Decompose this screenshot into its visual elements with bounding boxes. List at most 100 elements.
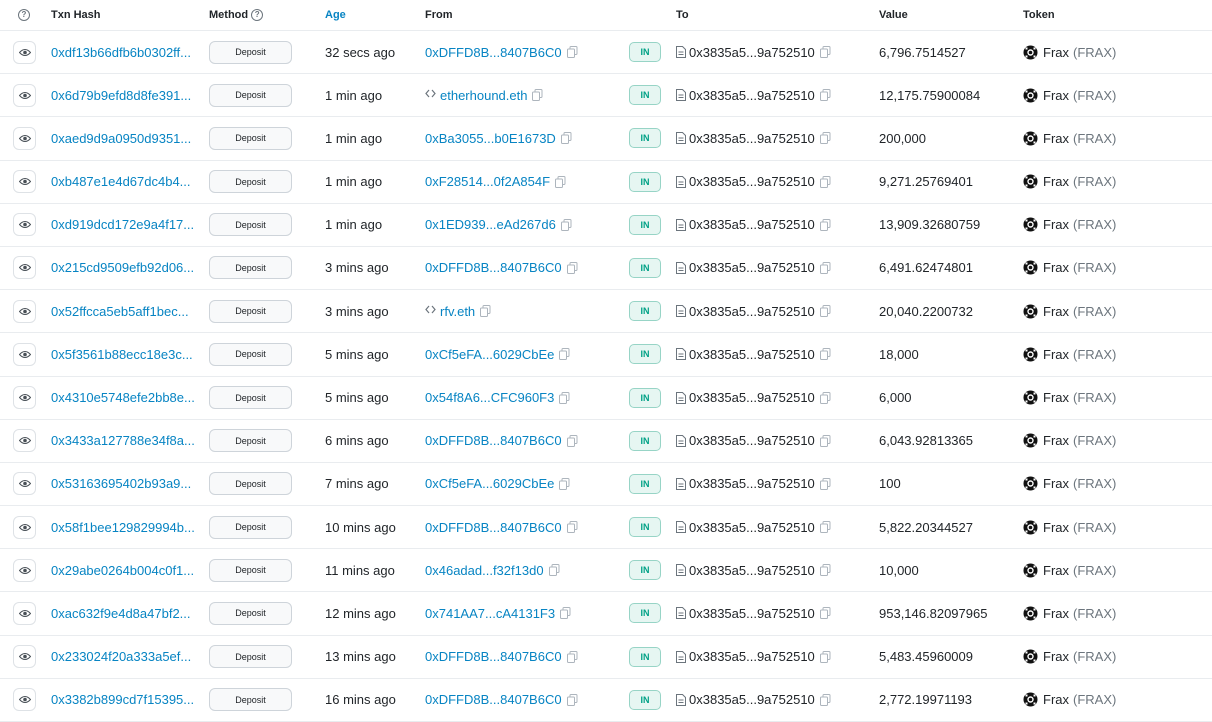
txn-hash-link[interactable]: 0x52ffcca5eb5aff1bec...: [51, 290, 189, 332]
txn-hash-link[interactable]: 0x233024f20a333a5ef...: [51, 636, 191, 678]
txn-hash-link[interactable]: 0xac632f9e4d8a47bf2...: [51, 592, 191, 634]
eye-icon[interactable]: [13, 342, 36, 366]
eye-icon[interactable]: [13, 256, 36, 280]
eye-icon[interactable]: [13, 601, 36, 625]
header-age-toggle[interactable]: Age: [325, 0, 346, 30]
token-name-link[interactable]: Frax: [1043, 390, 1069, 405]
copy-icon[interactable]: [819, 477, 831, 490]
from-address-link[interactable]: 0xDFFD8B...8407B6C0: [425, 649, 562, 664]
method-cell: Deposit: [209, 247, 292, 289]
copy-icon[interactable]: [566, 693, 578, 706]
token-name-link[interactable]: Frax: [1043, 131, 1069, 146]
from-address-link[interactable]: 0x1ED939...eAd267d6: [425, 217, 556, 232]
txn-hash-link[interactable]: 0x29abe0264b004c0f1...: [51, 549, 194, 591]
copy-icon[interactable]: [559, 477, 570, 490]
copy-icon[interactable]: [566, 261, 578, 274]
token-name-link[interactable]: Frax: [1043, 520, 1069, 535]
from-address-link[interactable]: 0xDFFD8B...8407B6C0: [425, 45, 562, 60]
copy-icon[interactable]: [819, 46, 831, 58]
copy-icon[interactable]: [819, 261, 831, 274]
eye-icon[interactable]: [13, 170, 36, 194]
copy-icon[interactable]: [819, 305, 831, 318]
token-name-link[interactable]: Frax: [1043, 563, 1069, 578]
copy-icon[interactable]: [819, 693, 831, 706]
txn-hash-link[interactable]: 0x53163695402b93a9...: [51, 463, 191, 505]
copy-icon[interactable]: [819, 218, 831, 231]
copy-icon[interactable]: [555, 175, 566, 188]
from-address-link[interactable]: 0xCf5eFA...6029CbEe: [425, 476, 554, 491]
eye-icon[interactable]: [13, 83, 36, 107]
copy-icon[interactable]: [532, 89, 543, 102]
copy-icon[interactable]: [559, 348, 570, 361]
eye-icon[interactable]: [13, 429, 36, 453]
copy-icon[interactable]: [819, 650, 831, 663]
copy-icon[interactable]: [819, 348, 831, 361]
eye-icon[interactable]: [13, 688, 36, 712]
copy-icon[interactable]: [560, 132, 572, 145]
txn-hash-link[interactable]: 0x3433a127788e34f8a...: [51, 420, 195, 462]
token-name-link[interactable]: Frax: [1043, 304, 1069, 319]
method-help-icon[interactable]: ?: [251, 9, 264, 22]
from-address-link[interactable]: rfv.eth: [440, 304, 475, 319]
token-name-link[interactable]: Frax: [1043, 692, 1069, 707]
txn-hash-link[interactable]: 0x58f1bee129829994b...: [51, 506, 195, 548]
token-name-link[interactable]: Frax: [1043, 217, 1069, 232]
token-name-link[interactable]: Frax: [1043, 260, 1069, 275]
txn-hash-link[interactable]: 0x5f3561b88ecc18e3c...: [51, 333, 193, 375]
header-info-icon[interactable]: ?: [18, 0, 30, 30]
copy-icon[interactable]: [819, 607, 831, 620]
copy-icon[interactable]: [480, 305, 491, 318]
from-address-link[interactable]: etherhound.eth: [440, 88, 527, 103]
copy-icon[interactable]: [566, 434, 578, 447]
token-name-link[interactable]: Frax: [1043, 88, 1069, 103]
copy-icon[interactable]: [819, 521, 831, 534]
txn-hash-link[interactable]: 0x215cd9509efb92d06...: [51, 247, 194, 289]
copy-icon[interactable]: [819, 564, 831, 577]
from-address-link[interactable]: 0xDFFD8B...8407B6C0: [425, 520, 562, 535]
eye-icon[interactable]: [13, 40, 36, 64]
eye-icon[interactable]: [13, 213, 36, 237]
from-address-link[interactable]: 0xF28514...0f2A854F: [425, 174, 550, 189]
txn-hash-link[interactable]: 0xaed9d9a0950d9351...: [51, 117, 191, 159]
copy-icon[interactable]: [819, 434, 831, 447]
from-address-link[interactable]: 0x46adad...f32f13d0: [425, 563, 544, 578]
copy-icon[interactable]: [566, 650, 578, 663]
token-name-link[interactable]: Frax: [1043, 347, 1069, 362]
copy-icon[interactable]: [560, 607, 571, 620]
from-address-link[interactable]: 0xDFFD8B...8407B6C0: [425, 692, 562, 707]
eye-icon[interactable]: [13, 299, 36, 323]
copy-icon[interactable]: [566, 46, 578, 58]
eye-icon[interactable]: [13, 126, 36, 150]
from-address-link[interactable]: 0xCf5eFA...6029CbEe: [425, 347, 554, 362]
copy-icon[interactable]: [560, 218, 572, 231]
copy-icon[interactable]: [559, 391, 570, 404]
txn-hash-link[interactable]: 0xb487e1e4d67dc4b4...: [51, 161, 191, 203]
eye-icon[interactable]: [13, 386, 36, 409]
copy-icon[interactable]: [566, 521, 578, 534]
token-name-link[interactable]: Frax: [1043, 649, 1069, 664]
token-name-link[interactable]: Frax: [1043, 606, 1069, 621]
eye-icon[interactable]: [13, 645, 36, 669]
copy-icon[interactable]: [819, 132, 831, 145]
copy-icon[interactable]: [819, 89, 831, 102]
from-address-link[interactable]: 0xDFFD8B...8407B6C0: [425, 433, 562, 448]
from-address-link[interactable]: 0xBa3055...b0E1673D: [425, 131, 556, 146]
copy-icon[interactable]: [548, 564, 560, 577]
txn-hash-link[interactable]: 0xd919dcd172e9a4f17...: [51, 204, 194, 246]
token-name-link[interactable]: Frax: [1043, 476, 1069, 491]
from-address-link[interactable]: 0x741AA7...cA4131F3: [425, 606, 555, 621]
copy-icon[interactable]: [819, 175, 831, 188]
eye-icon[interactable]: [13, 472, 36, 496]
from-address-link[interactable]: 0xDFFD8B...8407B6C0: [425, 260, 562, 275]
txn-hash-link[interactable]: 0x3382b899cd7f15395...: [51, 679, 194, 721]
copy-icon[interactable]: [819, 391, 831, 404]
txn-hash-link[interactable]: 0x6d79b9efd8d8fe391...: [51, 74, 191, 116]
eye-icon[interactable]: [13, 558, 36, 582]
eye-icon[interactable]: [13, 515, 36, 539]
from-address-link[interactable]: 0x54f8A6...CFC960F3: [425, 390, 554, 405]
txn-hash-link[interactable]: 0xdf13b66dfb6b0302ff...: [51, 31, 191, 73]
token-name-link[interactable]: Frax: [1043, 433, 1069, 448]
token-name-link[interactable]: Frax: [1043, 45, 1069, 60]
token-name-link[interactable]: Frax: [1043, 174, 1069, 189]
txn-hash-link[interactable]: 0x4310e5748efe2bb8e...: [51, 377, 195, 419]
